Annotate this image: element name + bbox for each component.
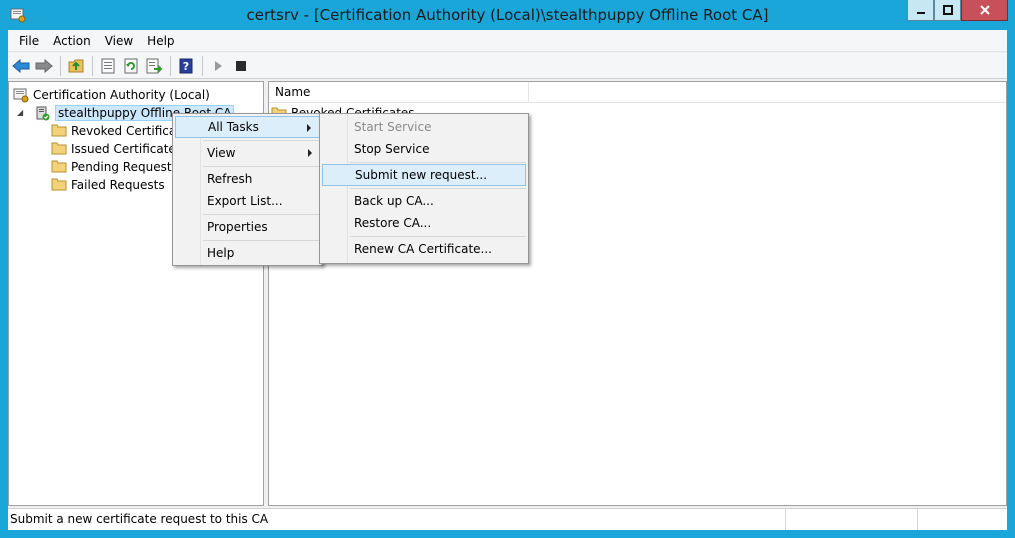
menu-item-refresh[interactable]: Refresh [175,168,320,190]
close-icon [979,5,990,15]
menu-separator [350,236,526,237]
menu-view[interactable]: View [98,31,140,51]
toolbar-separator [170,55,171,76]
menu-separator [203,140,320,141]
refresh-icon [124,58,138,73]
menu-separator [350,188,526,189]
list-header: Name [269,82,1006,103]
svg-text:?: ? [183,60,189,73]
all-tasks-submenu: Start Service Stop Service Submit new re… [319,113,529,264]
menu-item-export-list[interactable]: Export List... [175,190,320,212]
folder-icon [51,123,67,139]
stop-service-icon [236,60,246,71]
context-menu: All Tasks View Refresh Export List... Pr… [172,113,323,266]
menu-item-view[interactable]: View [175,142,320,164]
menu-item-properties[interactable]: Properties [175,216,320,238]
menu-separator [203,240,320,241]
folder-icon [51,159,67,175]
toolbar-separator [92,55,93,76]
caption-buttons [907,0,1008,21]
forward-arrow-icon [35,58,53,73]
menu-bar: File Action View Help [8,30,1007,52]
maximize-icon [942,5,953,15]
back-button[interactable] [10,55,32,77]
title-bar[interactable]: certsrv - [Certification Authority (Loca… [0,0,1015,30]
tree-node-failed-requests[interactable]: Failed Requests [51,176,165,194]
menu-item-help[interactable]: Help [175,242,320,264]
tree-node-label: Issued Certificates [71,142,183,156]
export-list-icon [146,58,162,73]
menu-item-stop-service[interactable]: Stop Service [322,138,526,160]
stop-service-button[interactable] [230,55,252,77]
back-arrow-icon [12,58,30,73]
help-icon: ? [179,58,193,73]
menu-help[interactable]: Help [140,31,181,51]
menu-item-label: All Tasks [208,120,259,134]
tree-node-root[interactable]: Certification Authority (Local) [13,86,210,104]
help-button[interactable]: ? [175,55,197,77]
close-button[interactable] [961,0,1008,21]
refresh-button[interactable] [120,55,142,77]
forward-button[interactable] [33,55,55,77]
menu-separator [203,166,320,167]
submenu-arrow-icon [307,124,311,132]
window-title: certsrv - [Certification Authority (Loca… [246,6,769,24]
toolbar: ? [8,53,1007,79]
menu-item-start-service[interactable]: Start Service [322,116,526,138]
start-service-button[interactable] [207,55,229,77]
export-list-button[interactable] [143,55,165,77]
show-hide-console-tree-button[interactable] [97,55,119,77]
submenu-arrow-icon [308,149,312,157]
ca-server-icon [35,105,51,121]
show-hide-tree-icon [101,58,115,73]
menu-item-label: View [207,146,236,160]
tree-node-issued-certificates[interactable]: Issued Certificates [51,140,182,158]
start-service-icon [215,60,222,71]
tree-node-label: Certification Authority (Local) [33,88,210,102]
menu-action[interactable]: Action [46,31,98,51]
certification-authority-icon [13,87,29,103]
column-header-empty [529,82,1006,103]
minimize-icon [916,12,925,14]
menu-separator [350,162,526,163]
column-header-name[interactable]: Name [269,82,529,103]
menu-item-restore-ca[interactable]: Restore CA... [322,212,526,234]
maximize-button[interactable] [934,0,961,21]
menu-file[interactable]: File [12,31,46,51]
status-cell-2 [786,509,918,530]
folder-icon [51,177,67,193]
menu-item-submit-new-request[interactable]: Submit new request... [322,164,526,186]
client-area: File Action View Help ? Certification Au… [8,30,1007,530]
up-one-level-button[interactable] [65,55,87,77]
status-cell-3 [918,509,1007,530]
folder-icon [51,141,67,157]
status-text: Submit a new certificate request to this… [8,509,786,530]
menu-separator [203,214,320,215]
menu-item-all-tasks[interactable]: All Tasks [175,116,320,138]
expander-icon[interactable]: ◢ [17,108,29,118]
menu-item-renew-ca-certificate[interactable]: Renew CA Certificate... [322,238,526,260]
mmc-window: certsrv - [Certification Authority (Loca… [0,0,1015,538]
up-folder-icon [68,59,84,73]
tree-node-pending-requests[interactable]: Pending Requests [51,158,178,176]
tree-node-label: Failed Requests [71,178,165,192]
minimize-button[interactable] [907,0,934,21]
status-bar: Submit a new certificate request to this… [8,508,1007,530]
tree-node-label: Pending Requests [71,160,178,174]
toolbar-separator [202,55,203,76]
toolbar-separator [60,55,61,76]
menu-item-back-up-ca[interactable]: Back up CA... [322,190,526,212]
